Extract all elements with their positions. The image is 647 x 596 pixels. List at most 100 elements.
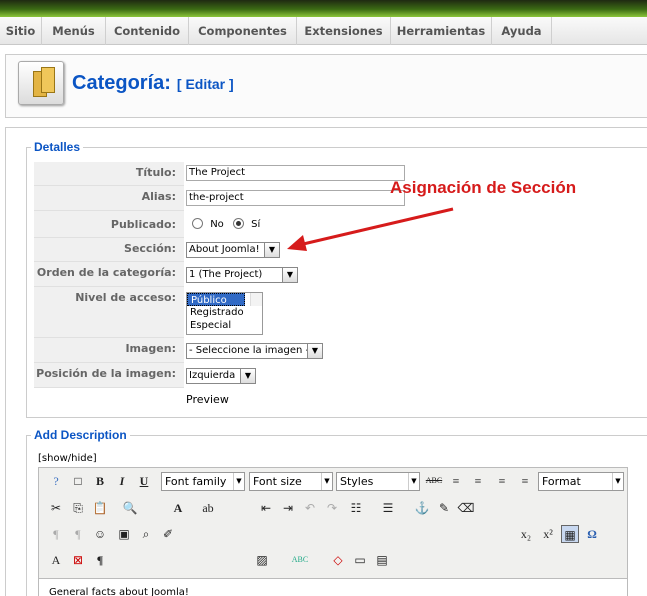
access-listbox[interactable]: Público Registrado Especial — [186, 292, 263, 335]
pilcrow-icon[interactable]: ¶ — [91, 551, 109, 569]
title-input[interactable]: The Project — [186, 165, 405, 181]
media-icon[interactable]: ▣ — [115, 525, 133, 543]
published-radios: No Sí — [192, 218, 260, 230]
published-yes-label: Sí — [251, 218, 261, 230]
emoticon-icon[interactable]: ☺ — [91, 525, 109, 543]
insert-layer-icon[interactable]: A — [47, 551, 65, 569]
highlight-icon[interactable]: ab — [199, 499, 217, 517]
cleanup-icon[interactable]: ✎ — [435, 499, 453, 517]
align-left-icon[interactable]: ≡ — [493, 472, 511, 490]
align-center-icon[interactable]: ≡ — [469, 472, 487, 490]
image-label: Imagen: — [34, 338, 184, 363]
chevron-down-icon: ▼ — [408, 473, 419, 490]
page-action: [ Editar ] — [176, 76, 234, 92]
image-icon[interactable]: ▨ — [253, 551, 271, 569]
chevron-down-icon: ▼ — [264, 243, 279, 257]
preview-link[interactable]: Preview — [186, 393, 229, 406]
special-char-icon[interactable]: Ω — [583, 525, 601, 543]
image-select[interactable]: - Seleccione la imagen - ▼ — [186, 343, 323, 359]
italic-icon[interactable]: I — [113, 472, 131, 490]
justify-full-icon[interactable]: ≡ — [447, 472, 465, 490]
published-yes-radio[interactable] — [232, 218, 244, 229]
published-label: Publicado: — [34, 211, 184, 238]
undo-icon[interactable]: ↶ — [301, 499, 319, 517]
menu-componentes[interactable]: Componentes — [189, 17, 297, 45]
title-label: Título: — [34, 162, 184, 186]
chevron-down-icon: ▼ — [307, 344, 322, 358]
help-icon[interactable]: ? — [47, 472, 65, 490]
toolbar-row-1: ? □ B I U Font family ▼ Font size ▼ Styles… — [39, 468, 627, 494]
format-select[interactable]: Format ▼ — [538, 472, 624, 491]
anchor-icon[interactable]: ⚓ — [413, 499, 431, 517]
underline-icon[interactable]: U — [135, 472, 153, 490]
image-position-select[interactable]: Izquierda ▼ — [186, 368, 256, 384]
font-size-select[interactable]: Font size ▼ — [249, 472, 333, 491]
order-select[interactable]: 1 (The Project) ▼ — [186, 267, 298, 283]
eraser-icon[interactable]: ⌫ — [457, 499, 475, 517]
chevron-down-icon: ▼ — [282, 268, 297, 282]
menu-extensiones[interactable]: Extensiones — [297, 17, 391, 45]
redo-icon[interactable]: ↷ — [323, 499, 341, 517]
access-option-registrado[interactable]: Registrado — [187, 306, 262, 319]
section-select[interactable]: About Joomla! ▼ — [186, 242, 280, 258]
access-scrollbar[interactable] — [250, 293, 262, 306]
access-option-publico[interactable]: Público — [187, 293, 245, 306]
cut-icon[interactable]: ✂ — [47, 499, 65, 517]
annotation-arrow-icon — [287, 207, 454, 251]
access-option-especial[interactable]: Especial — [187, 319, 262, 332]
details-legend: Detalles — [34, 140, 81, 154]
chevron-down-icon: ▼ — [612, 473, 623, 490]
editor-content-area[interactable]: General facts about Joomla! — [39, 578, 627, 596]
numbered-list-icon[interactable]: ☷ — [347, 499, 365, 517]
alias-input[interactable]: the-project — [186, 190, 405, 206]
menu-ayuda[interactable]: Ayuda — [492, 17, 552, 45]
fullscreen-icon[interactable]: ▭ — [351, 551, 369, 569]
text-color-icon[interactable]: A — [169, 499, 187, 517]
subscript-icon[interactable]: x₂ — [517, 525, 535, 543]
paste-icon[interactable]: 📋 — [91, 499, 109, 517]
section-label: Sección: — [34, 238, 184, 262]
indent-icon[interactable]: ⇥ — [279, 499, 297, 517]
category-folder-icon — [18, 61, 64, 105]
new-document-icon[interactable]: □ — [69, 472, 87, 490]
chevron-down-icon: ▼ — [233, 473, 244, 490]
page-title: Categoría:[ Editar ] — [72, 72, 234, 94]
menu-sitio[interactable]: Sitio — [0, 17, 42, 45]
strikethrough-icon[interactable]: ABC — [425, 472, 443, 490]
editor-text: General facts about Joomla! — [49, 587, 189, 596]
table-icon[interactable]: ▦ — [561, 525, 579, 543]
template-icon[interactable]: ▤ — [373, 551, 391, 569]
copy-icon[interactable]: ⎘ — [69, 499, 87, 517]
html-source-icon[interactable]: ◇ — [329, 551, 347, 569]
toolbar-row-2: ✂ ⎘ 📋 🔍 A ab ⇤ ⇥ ↶ ↷ ☷ ☰ ⚓ ✎ ⌫ — [39, 495, 627, 521]
spellcheck-icon[interactable]: ABC — [291, 551, 309, 569]
access-label: Nivel de acceso: — [34, 287, 184, 338]
chevron-down-icon: ▼ — [321, 473, 332, 490]
bold-icon[interactable]: B — [91, 472, 109, 490]
wysiwyg-editor: ? □ B I U Font family ▼ Font size ▼ Styles… — [38, 467, 628, 596]
align-right-icon[interactable]: ≡ — [516, 472, 534, 490]
ltr-icon[interactable]: ¶ — [47, 525, 65, 543]
order-label: Orden de la categoría: — [34, 262, 184, 287]
show-hide-toggle[interactable]: [show/hide] — [38, 453, 97, 464]
alias-label: Alias: — [34, 186, 184, 211]
published-no-label: No — [210, 218, 224, 230]
menu-contenido[interactable]: Contenido — [106, 17, 189, 45]
toolbar-row-3: ¶ ¶ ☺ ▣ ⌕ ✐ x₂ x² ▦ Ω — [39, 521, 627, 547]
find-icon[interactable]: 🔍 — [121, 499, 139, 517]
rtl-icon[interactable]: ¶ — [69, 525, 87, 543]
menu-menus[interactable]: Menús — [42, 17, 106, 45]
edit-icon[interactable]: ✐ — [159, 525, 177, 543]
preview-icon[interactable]: ⌕ — [137, 525, 155, 543]
menu-herramientas[interactable]: Herramientas — [391, 17, 492, 45]
bullet-list-icon[interactable]: ☰ — [379, 499, 397, 517]
outdent-icon[interactable]: ⇤ — [257, 499, 275, 517]
remove-format-icon[interactable]: ⊠ — [69, 551, 87, 569]
chevron-down-icon: ▼ — [240, 369, 255, 383]
styles-select[interactable]: Styles ▼ — [336, 472, 420, 491]
published-no-radio[interactable] — [192, 218, 203, 229]
image-position-label: Posición de la imagen: — [34, 363, 184, 388]
description-legend: Add Description — [34, 428, 127, 442]
font-family-select[interactable]: Font family ▼ — [161, 472, 245, 491]
superscript-icon[interactable]: x² — [539, 525, 557, 543]
